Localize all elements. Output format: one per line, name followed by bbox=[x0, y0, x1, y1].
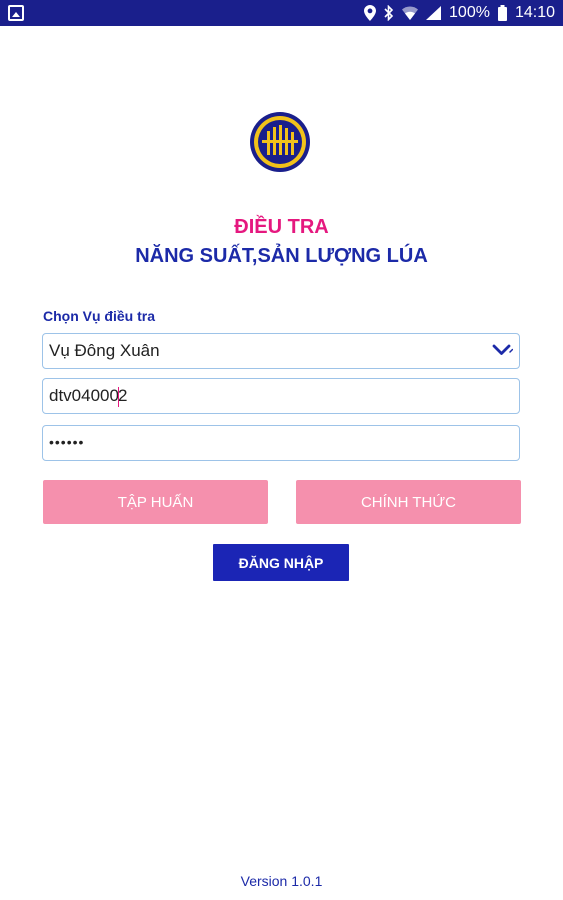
season-selected-value: Vụ Đông Xuân bbox=[49, 341, 160, 360]
password-field[interactable]: •••••• bbox=[42, 425, 520, 461]
battery-icon bbox=[497, 5, 507, 21]
status-bar: 100% 14:10 bbox=[0, 0, 563, 26]
image-notification-icon bbox=[8, 5, 24, 21]
training-button[interactable]: TẬP HUẤN bbox=[43, 480, 268, 524]
username-value: dtv040002 bbox=[49, 379, 127, 413]
chevron-down-icon[interactable] bbox=[491, 341, 514, 359]
version-label: Version 1.0.1 bbox=[240, 873, 323, 889]
page-title: ĐIỀU TRA bbox=[234, 216, 329, 238]
page-subtitle: NĂNG SUẤT,SẢN LƯỢNG LÚA bbox=[135, 245, 428, 267]
clock: 14:10 bbox=[514, 4, 555, 21]
bluetooth-icon bbox=[384, 5, 394, 21]
username-field[interactable]: dtv040002 bbox=[42, 378, 520, 414]
season-label: Chọn Vụ điều tra bbox=[43, 308, 155, 324]
battery-percent: 100% bbox=[449, 4, 490, 21]
login-button[interactable]: ĐĂNG NHẬP bbox=[213, 544, 349, 581]
location-icon bbox=[364, 5, 377, 21]
username-text-after-caret: 2 bbox=[117, 386, 128, 405]
official-button[interactable]: CHÍNH THỨC bbox=[296, 480, 521, 524]
password-masked-value: •••••• bbox=[49, 434, 85, 450]
wifi-icon bbox=[402, 6, 419, 20]
season-select[interactable]: Vụ Đông Xuân bbox=[42, 333, 520, 369]
signal-icon bbox=[426, 6, 442, 20]
status-icons: 100% 14:10 bbox=[364, 0, 555, 26]
app-logo bbox=[249, 111, 311, 173]
username-text-before-caret: dtv04000 bbox=[49, 386, 119, 405]
